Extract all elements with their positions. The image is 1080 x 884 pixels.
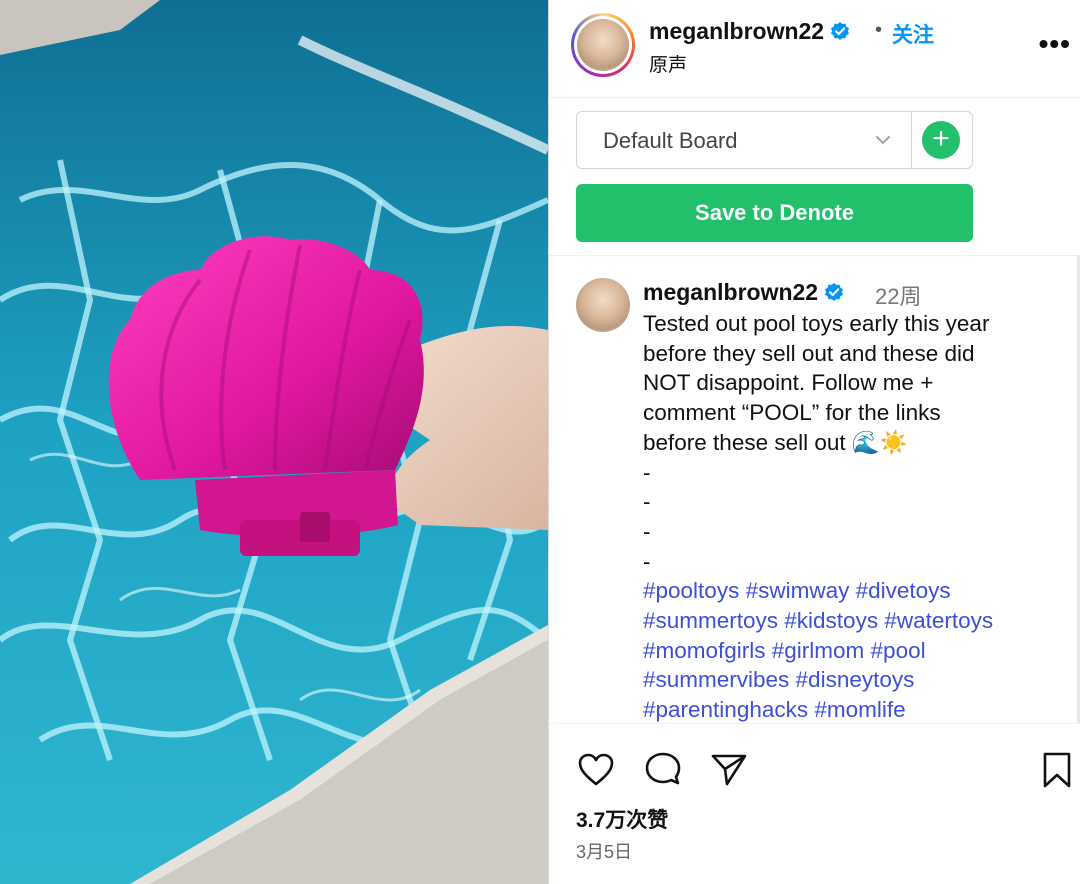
divider (911, 112, 912, 168)
hashtag-links[interactable]: #summervibes #disneytoys (643, 665, 1063, 695)
chevron-down-icon[interactable] (873, 130, 893, 150)
hashtag-links[interactable]: #parentinghacks #momlife (643, 695, 1063, 723)
caption-line: - (643, 459, 651, 485)
username-link[interactable]: meganlbrown22 (649, 18, 850, 45)
separator-dot: • (875, 19, 883, 41)
post-photo[interactable] (0, 0, 548, 884)
share-icon[interactable] (709, 750, 749, 790)
comment-timestamp[interactable]: 22周 (875, 279, 921, 311)
avatar[interactable] (576, 278, 630, 332)
avatar[interactable] (577, 19, 629, 71)
board-select[interactable]: Default Board + (576, 111, 973, 169)
post-actions: 3.7万次赞 3月5日 (549, 723, 1080, 884)
follow-button[interactable]: 关注 (892, 19, 934, 49)
heart-icon[interactable] (576, 750, 616, 790)
caption-line: - (643, 489, 651, 515)
caption-comment: meganlbrown22 22周 Tested out pool toys e… (549, 255, 1080, 723)
hashtag-links[interactable]: #pooltoys #swimway #divetoys (643, 576, 1063, 606)
bookmark-icon[interactable] (1037, 750, 1077, 790)
board-select-value: Default Board (603, 128, 738, 153)
caption-line: before they sell out and these did (643, 340, 975, 366)
post-date[interactable]: 3月5日 (576, 838, 632, 864)
add-board-button[interactable]: + (932, 122, 950, 155)
comment-icon[interactable] (643, 750, 683, 790)
hashtag-links[interactable]: #momofgirls #girlmom #pool (643, 636, 1063, 666)
save-to-denote-button[interactable]: Save to Denote (576, 184, 973, 242)
caption-line: Tested out pool toys early this year (643, 311, 990, 336)
caption-line: before these sell out 🌊☀️ (643, 429, 908, 455)
comment-username-link[interactable]: meganlbrown22 (643, 279, 844, 306)
post-sidebar: meganlbrown22 • 关注 原声 ••• Default Board … (548, 0, 1080, 884)
caption-line: - (643, 518, 651, 544)
audio-label[interactable]: 原声 (649, 50, 687, 77)
verified-badge-icon (831, 22, 850, 40)
caption-line: NOT disappoint. Follow me + (643, 370, 934, 396)
verified-badge-icon (825, 283, 844, 301)
caption-line: - (643, 548, 651, 574)
hashtag-links[interactable]: #summertoys #kidstoys #watertoys (643, 606, 1063, 636)
comment-username[interactable]: meganlbrown22 (643, 279, 818, 305)
username[interactable]: meganlbrown22 (649, 18, 824, 44)
plus-icon[interactable]: + (922, 121, 960, 159)
more-icon[interactable]: ••• (1039, 28, 1071, 60)
post-header: meganlbrown22 • 关注 原声 ••• (549, 0, 1080, 98)
story-ring[interactable] (571, 13, 635, 77)
caption-text: Tested out pool toys early this year bef… (643, 309, 1063, 723)
likes-count[interactable]: 3.7万次赞 (576, 804, 668, 834)
caption-line: comment “POOL” for the links (643, 400, 941, 426)
